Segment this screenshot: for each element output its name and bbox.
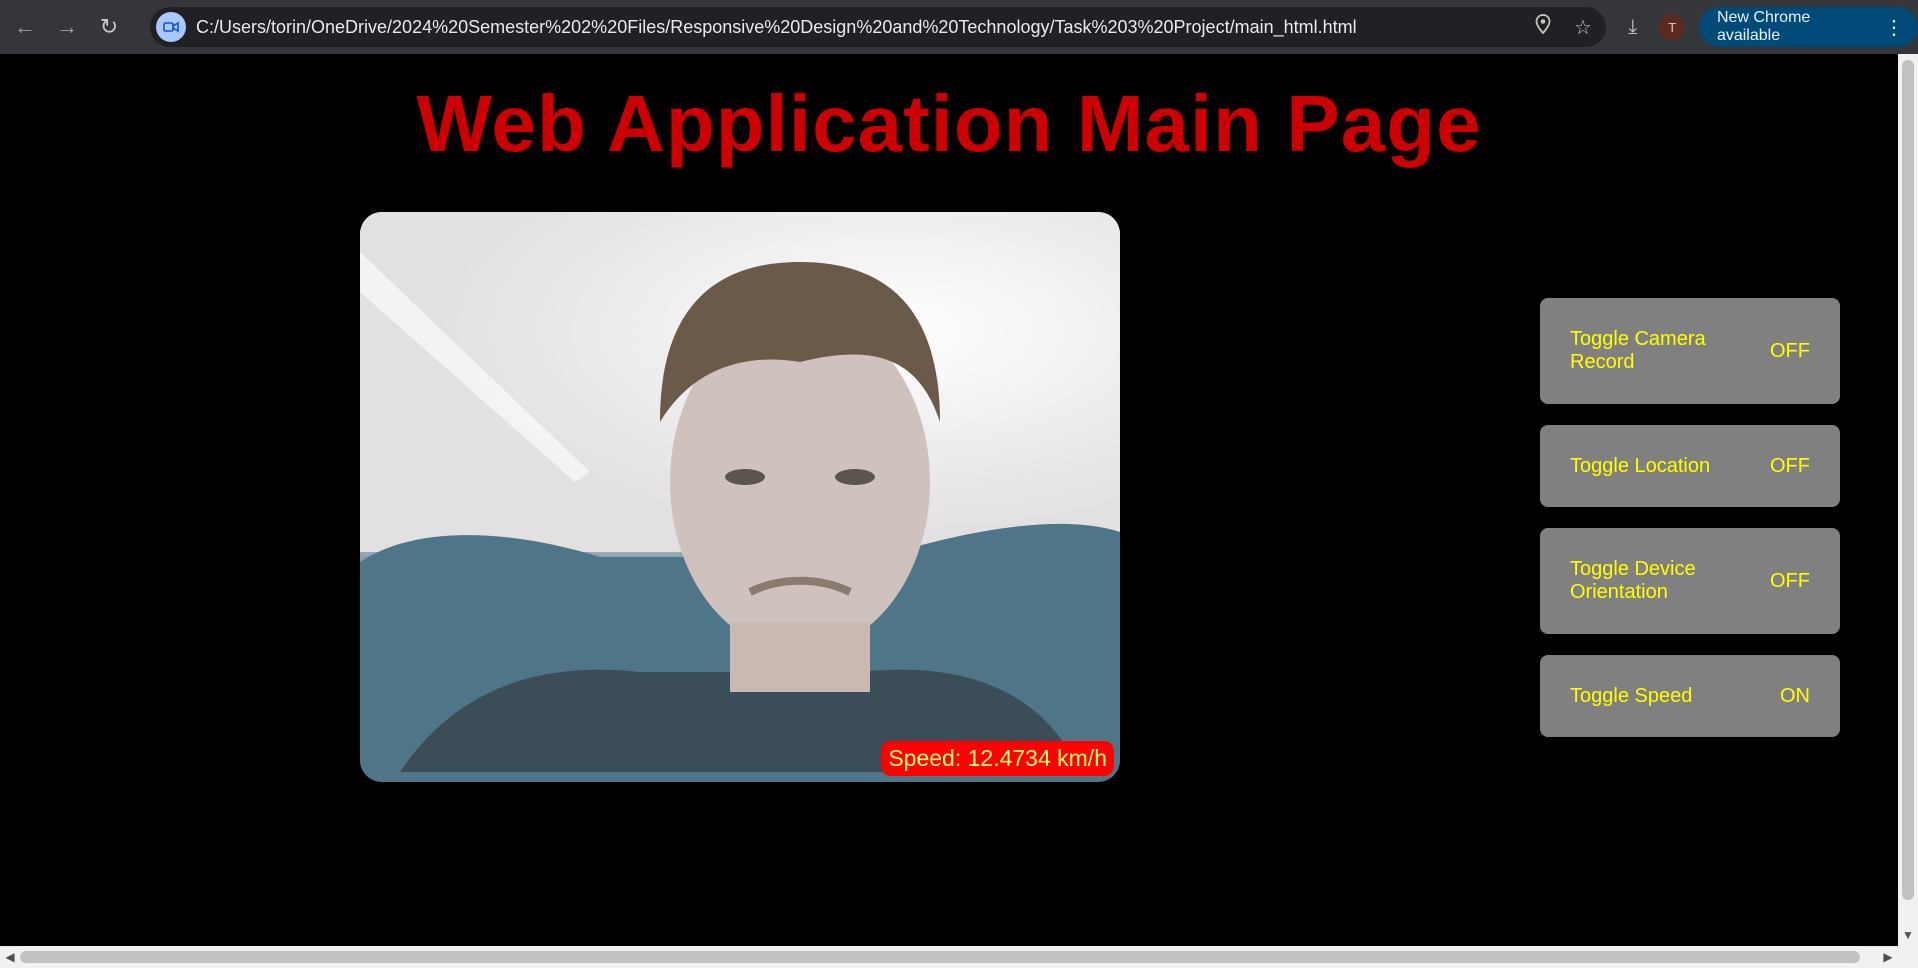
camera-video-feed: Speed: 12.4734 km/h bbox=[360, 212, 1120, 782]
toggle-label: Toggle Speed bbox=[1570, 684, 1693, 707]
toggle-camera-record-button[interactable]: Toggle Camera Record OFF bbox=[1540, 298, 1840, 404]
camera-frame-image bbox=[360, 212, 1120, 782]
toggle-label: Toggle Device Orientation bbox=[1570, 558, 1696, 603]
scroll-right-arrow-icon[interactable]: ▶ bbox=[1878, 950, 1898, 964]
browser-toolbar: ← → ↻ C:/Users/torin/OneDrive/2024%20Sem… bbox=[0, 0, 1918, 54]
toggle-state: OFF bbox=[1770, 339, 1810, 362]
vertical-scroll-thumb[interactable] bbox=[1902, 60, 1914, 900]
address-bar[interactable]: C:/Users/torin/OneDrive/2024%20Semester%… bbox=[150, 7, 1606, 47]
toggle-controls-panel: Toggle Camera Record OFF Toggle Location… bbox=[1540, 298, 1840, 758]
toggle-location-button[interactable]: Toggle Location OFF bbox=[1540, 425, 1840, 507]
speed-readout: Speed: 12.4734 km/h bbox=[881, 741, 1114, 776]
scroll-down-arrow-icon[interactable]: ▼ bbox=[1898, 928, 1918, 942]
location-pin-icon[interactable] bbox=[1530, 14, 1556, 40]
download-icon[interactable]: ⤓ bbox=[1620, 16, 1645, 39]
update-label: New Chrome available bbox=[1716, 9, 1811, 44]
page-content: Web Application Main Page Speed: 12.4734… bbox=[0, 54, 1898, 946]
toggle-state: OFF bbox=[1770, 454, 1810, 477]
toggle-state: ON bbox=[1780, 684, 1810, 707]
chrome-update-button[interactable]: New Chrome available ⋮ bbox=[1698, 7, 1918, 47]
toggle-label: Toggle Camera Record bbox=[1570, 328, 1706, 373]
camera-site-icon[interactable] bbox=[156, 12, 186, 42]
horizontal-scrollbar[interactable]: ◀ ▶ bbox=[0, 946, 1918, 968]
toggle-speed-button[interactable]: Toggle Speed ON bbox=[1540, 655, 1840, 737]
toggle-device-orientation-button[interactable]: Toggle Device Orientation OFF bbox=[1540, 528, 1840, 634]
more-menu-icon[interactable]: ⋮ bbox=[1884, 15, 1904, 40]
page-title: Web Application Main Page bbox=[416, 79, 1482, 168]
vertical-scrollbar[interactable]: ▼ bbox=[1898, 54, 1918, 946]
toggle-label: Toggle Location bbox=[1570, 454, 1711, 477]
forward-icon[interactable]: → bbox=[50, 10, 84, 44]
scroll-left-arrow-icon[interactable]: ◀ bbox=[0, 950, 20, 964]
bookmark-star-icon[interactable]: ☆ bbox=[1570, 15, 1596, 40]
toggle-state: OFF bbox=[1770, 569, 1810, 592]
reload-icon[interactable]: ↻ bbox=[92, 10, 126, 44]
horizontal-scroll-thumb[interactable] bbox=[20, 951, 1860, 963]
url-text[interactable]: C:/Users/torin/OneDrive/2024%20Semester%… bbox=[196, 17, 1357, 38]
back-icon[interactable]: ← bbox=[8, 10, 42, 44]
profile-avatar[interactable]: T bbox=[1659, 14, 1685, 40]
